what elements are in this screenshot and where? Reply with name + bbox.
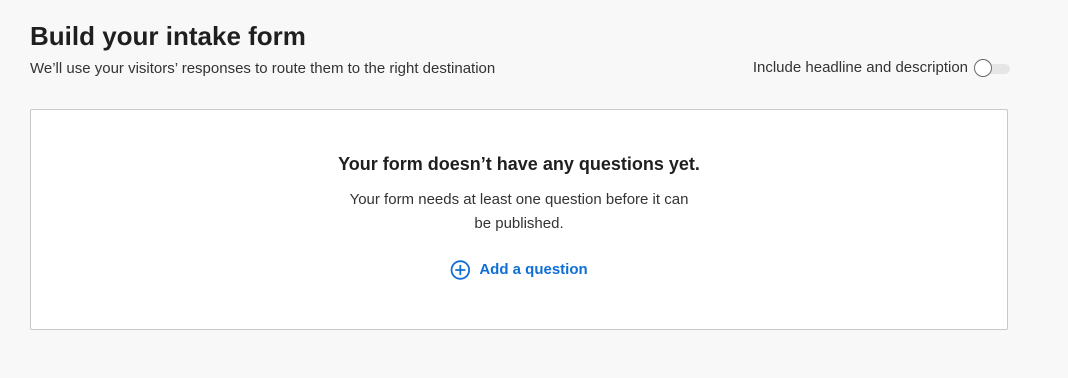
headline-toggle-row: Include headline and description — [753, 58, 1010, 78]
toggle-label: Include headline and description — [752, 59, 968, 76]
plus-circle-icon — [450, 260, 471, 280]
page-title: Build your intake form — [30, 21, 306, 51]
empty-state-title: Your form doesn’t have any questions yet… — [338, 154, 700, 174]
questions-card: Your form doesn’t have any questions yet… — [30, 109, 1008, 330]
add-question-button[interactable]: Add a question — [450, 259, 588, 281]
include-headline-toggle[interactable] — [974, 59, 1010, 77]
toggle-knob — [974, 59, 992, 77]
intake-form-builder: Build your intake form We’ll use your vi… — [0, 0, 1068, 378]
empty-state-description: Your form needs at least one question be… — [349, 191, 689, 232]
page-subtitle: We’ll use your visitors’ responses to ro… — [30, 60, 496, 77]
add-question-label: Add a question — [479, 261, 588, 278]
